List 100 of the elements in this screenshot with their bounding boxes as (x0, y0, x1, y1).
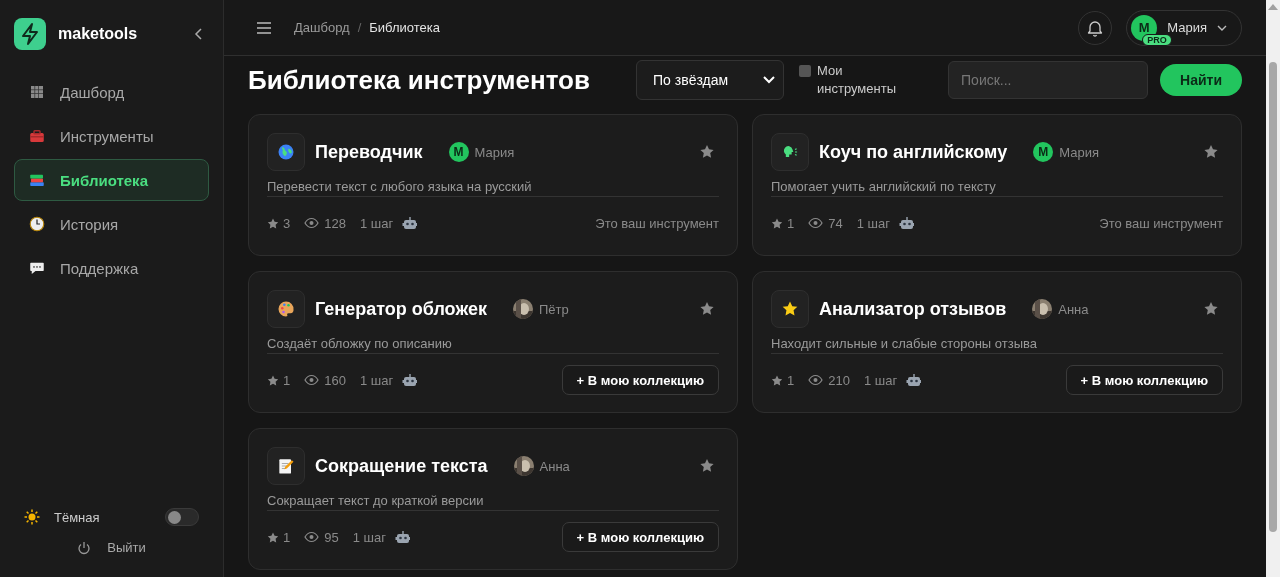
pro-badge: PRO (1142, 33, 1172, 46)
clock-icon (28, 215, 46, 233)
view-count: 128 (324, 215, 346, 231)
card-title: Анализатор отзывов (819, 298, 1007, 320)
notifications-button[interactable] (1078, 10, 1113, 45)
robot-icon (402, 216, 418, 230)
page-title: Библиотека инструментов (248, 64, 590, 97)
star-icon (267, 217, 278, 229)
ownership-note: Это ваш инструмент (595, 215, 719, 231)
theme-toggle[interactable] (165, 508, 199, 526)
author-name: Анна (1058, 301, 1089, 317)
logo-icon (14, 18, 46, 50)
menu-button[interactable] (256, 20, 272, 35)
star-icon (699, 458, 715, 474)
chevron-down-icon (1217, 24, 1227, 31)
step-count: 1 шаг (856, 215, 890, 231)
star-count: 1 (283, 372, 291, 388)
checkbox[interactable] (799, 65, 812, 77)
checkbox-label: Мои инструменты (817, 62, 897, 98)
theme-label: Тёмная (54, 509, 101, 525)
nav-item[interactable]: Библиотека (14, 159, 209, 201)
memo-icon (276, 456, 296, 476)
star-icon (1203, 301, 1219, 317)
favorite-button[interactable] (1203, 301, 1219, 317)
grid-icon (28, 83, 46, 101)
step-count: 1 шаг (352, 529, 386, 545)
globe-icon (276, 142, 296, 162)
favorite-button[interactable] (699, 301, 715, 317)
avatar: M (448, 142, 469, 162)
add-to-collection-button[interactable]: + В мою коллекцию (561, 522, 719, 552)
breadcrumb-current: Библиотека (369, 20, 440, 35)
star-count: 1 (787, 215, 795, 231)
view-count: 74 (828, 215, 843, 231)
logout-button[interactable]: Выйти (73, 538, 150, 557)
power-icon (77, 540, 92, 555)
palette-icon (276, 299, 296, 319)
search-field[interactable]: Поиск... (948, 61, 1149, 99)
eye-icon (808, 374, 824, 386)
sort-select[interactable]: По звёздам (636, 60, 785, 100)
card-title: Генератор обложек (315, 298, 487, 320)
card-description: Помогает учить английский по тексту (771, 179, 1223, 197)
card-description: Перевести текст с любого языка на русский (267, 179, 719, 197)
add-to-collection-button[interactable]: + В мою коллекцию (1065, 365, 1223, 395)
chevron-down-icon (763, 76, 776, 84)
toolbox-icon (28, 127, 46, 145)
chevron-left-icon (193, 27, 205, 41)
author-name: Пётр (538, 301, 569, 317)
star-icon (267, 531, 278, 543)
author-name: Мария (474, 144, 515, 160)
star-count: 1 (283, 529, 291, 545)
user-menu[interactable]: M PRO Мария (1126, 9, 1242, 46)
star-icon (771, 217, 782, 229)
step-count: 1 шаг (863, 372, 898, 388)
breadcrumb-link[interactable]: Дашборд (294, 20, 350, 35)
bell-icon (1087, 18, 1104, 37)
star-icon (699, 144, 715, 160)
card-title: Переводчик (315, 141, 423, 163)
card-description: Находит сильные и слабые стороны отзыва (771, 336, 1223, 354)
card-title: Сокращение текста (315, 455, 488, 477)
star-count: 3 (283, 215, 291, 231)
card-description: Создаёт обложку по описанию (267, 336, 719, 354)
robot-icon (906, 373, 922, 387)
view-count: 95 (324, 529, 339, 545)
favorite-button[interactable] (699, 144, 715, 160)
eye-icon (304, 374, 320, 386)
nav-item[interactable]: Дашборд (14, 71, 209, 113)
favorite-button[interactable] (1203, 144, 1219, 160)
search-button[interactable]: Найти (1160, 64, 1242, 96)
add-to-collection-button[interactable]: + В мою коллекцию (561, 365, 719, 395)
star-icon (1203, 144, 1219, 160)
user-name: Мария (1167, 20, 1207, 35)
menu-icon (256, 20, 272, 35)
robot-icon (394, 530, 410, 544)
scrollbar[interactable] (1266, 0, 1280, 577)
star-icon (267, 374, 278, 386)
step-count: 1 шаг (359, 215, 394, 231)
star-count: 1 (787, 372, 795, 388)
eye-icon (808, 217, 824, 229)
sun-icon (24, 509, 40, 525)
eye-icon (304, 531, 320, 543)
star-icon (699, 301, 715, 317)
avatar: M (1033, 142, 1054, 162)
view-count: 210 (828, 372, 850, 388)
view-count: 160 (324, 372, 346, 388)
star-icon (771, 374, 782, 386)
brand-name: maketools (58, 25, 139, 43)
author-name: Мария (1059, 144, 1099, 160)
step-count: 1 шаг (359, 372, 394, 388)
favorite-button[interactable] (699, 458, 715, 474)
ownership-note: Это ваш инструмент (1099, 215, 1223, 231)
nav-item[interactable]: Поддержка (14, 247, 209, 289)
breadcrumb-separator: / (357, 20, 362, 35)
card-title: Коуч по английскому (819, 141, 1008, 163)
nav-item[interactable]: Инструменты (14, 115, 209, 157)
card-description: Сокращает текст до краткой версии (267, 493, 719, 511)
robot-icon (402, 373, 418, 387)
eye-icon (304, 217, 320, 229)
author-name: Анна (539, 458, 570, 474)
robot-icon (898, 216, 914, 230)
nav-item[interactable]: История (14, 203, 209, 245)
